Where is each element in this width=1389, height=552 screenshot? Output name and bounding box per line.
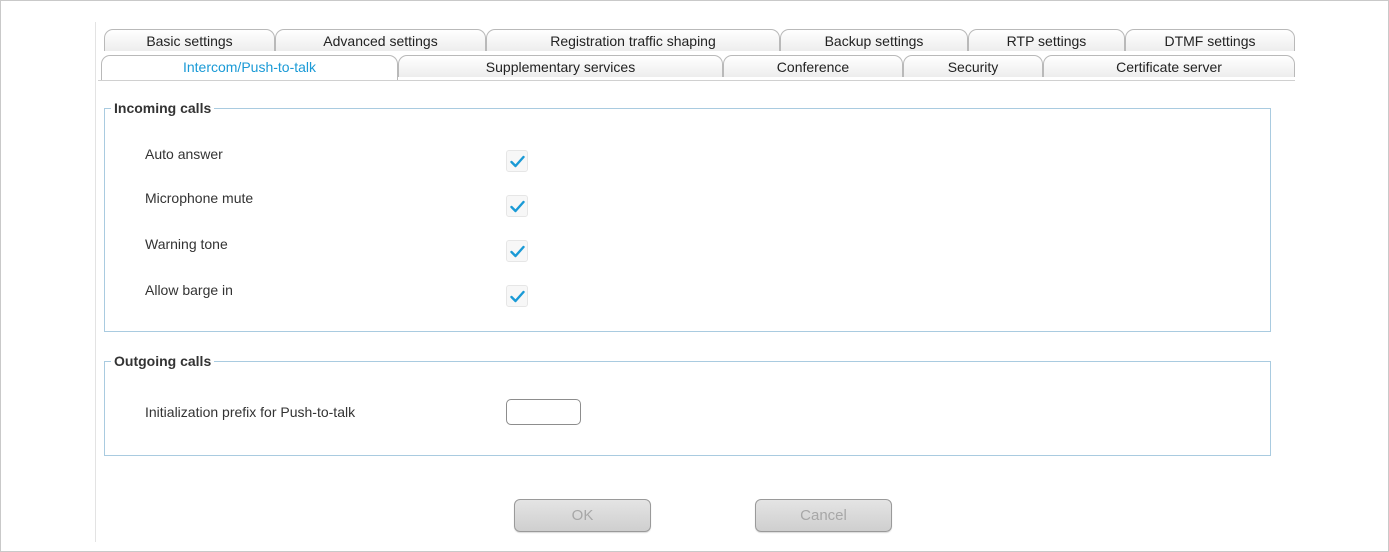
tab-supplementary-services[interactable]: Supplementary services xyxy=(398,55,723,77)
cancel-button[interactable]: Cancel xyxy=(755,499,892,532)
tab-intercom-push-to-talk[interactable]: Intercom/Push-to-talk xyxy=(101,55,398,80)
check-icon xyxy=(509,155,525,167)
tab-basic-settings[interactable]: Basic settings xyxy=(104,29,275,51)
tab-certificate-server[interactable]: Certificate server xyxy=(1043,55,1295,77)
tab-registration-traffic-shaping[interactable]: Registration traffic shaping xyxy=(486,29,780,51)
auto-answer-checkbox[interactable] xyxy=(506,150,528,172)
tab-advanced-settings[interactable]: Advanced settings xyxy=(275,29,486,51)
microphone-mute-checkbox[interactable] xyxy=(506,195,528,217)
allow-barge-in-label: Allow barge in xyxy=(145,282,233,298)
tab-conference[interactable]: Conference xyxy=(723,55,903,77)
check-icon xyxy=(509,245,525,257)
tab-rtp-settings[interactable]: RTP settings xyxy=(968,29,1125,51)
divider xyxy=(95,22,96,542)
warning-tone-label: Warning tone xyxy=(145,236,228,252)
microphone-mute-label: Microphone mute xyxy=(145,190,254,206)
incoming-calls-group: Incoming calls xyxy=(104,100,1271,332)
check-icon xyxy=(509,200,525,212)
ok-button[interactable]: OK xyxy=(514,499,651,532)
ptt-prefix-input[interactable] xyxy=(506,399,581,425)
auto-answer-label: Auto answer xyxy=(145,146,223,162)
allow-barge-in-checkbox[interactable] xyxy=(506,285,528,307)
tab-security[interactable]: Security xyxy=(903,55,1043,77)
tab-backup-settings[interactable]: Backup settings xyxy=(780,29,968,51)
tab-dtmf-settings[interactable]: DTMF settings xyxy=(1125,29,1295,51)
check-icon xyxy=(509,290,525,302)
ptt-prefix-label: Initialization prefix for Push-to-talk xyxy=(145,404,356,420)
incoming-calls-legend: Incoming calls xyxy=(114,100,212,116)
tab-strip-baseline xyxy=(98,80,1295,81)
warning-tone-checkbox[interactable] xyxy=(506,240,528,262)
outgoing-calls-legend: Outgoing calls xyxy=(114,353,212,369)
